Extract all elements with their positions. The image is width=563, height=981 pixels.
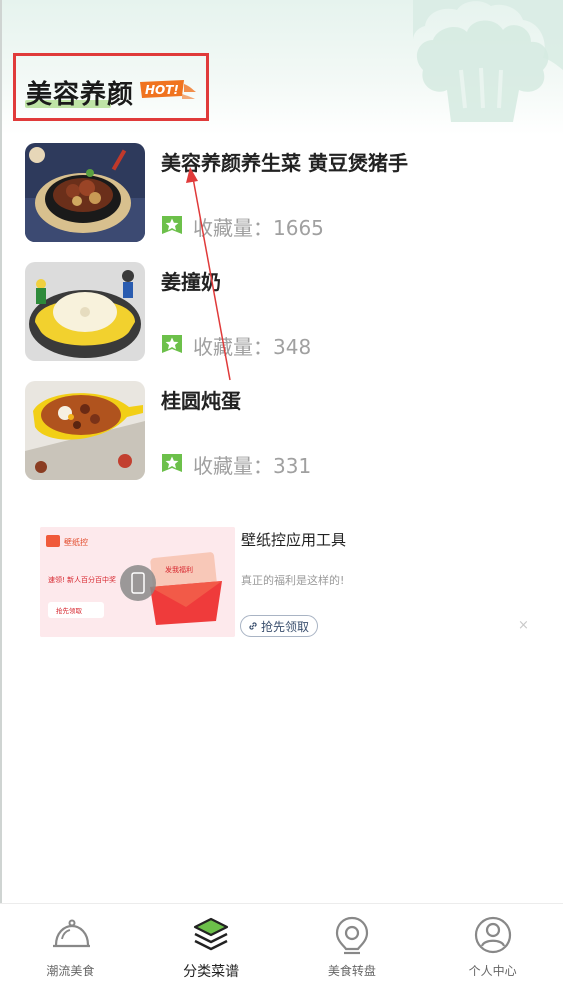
person-icon: [474, 916, 511, 954]
ad-description: 真正的福利是这样的!: [241, 574, 345, 587]
favorites-count: 收藏量：348: [193, 334, 312, 359]
recipe-item[interactable]: 美容养颜养生菜 黄豆煲猪手 收藏量：1665: [0, 143, 563, 262]
svg-text:发我福利: 发我福利: [165, 565, 193, 574]
map-pin-icon: [335, 916, 368, 955]
star-icon: [162, 454, 182, 472]
favorites-row: 收藏量：1665: [161, 214, 324, 240]
recipe-thumbnail[interactable]: [25, 143, 145, 242]
recipe-item[interactable]: 姜撞奶 收藏量：348: [0, 262, 563, 381]
tab-food-wheel[interactable]: 美食转盘: [282, 904, 423, 979]
ad-title[interactable]: 壁纸控应用工具: [241, 529, 346, 550]
star-icon: [162, 216, 182, 234]
favorites-row: 收藏量：331: [161, 452, 312, 478]
bottom-tab-bar: 潮流美食 分类菜谱 美食转盘 个人中心: [0, 903, 563, 980]
favorites-count: 收藏量：331: [193, 453, 312, 478]
tab-label: 美食转盘: [327, 964, 376, 978]
recipe-name[interactable]: 桂圆炖蛋: [161, 385, 241, 414]
recipe-thumbnail[interactable]: [25, 381, 145, 480]
tab-trending-food[interactable]: 潮流美食: [0, 904, 141, 979]
star-icon: [162, 335, 182, 353]
tab-label: 分类菜谱: [183, 964, 240, 980]
svg-text:抢先领取: 抢先领取: [56, 606, 83, 615]
link-icon: [249, 622, 257, 630]
chef-hat-decoration: [413, 0, 563, 122]
ad-image[interactable]: 壁纸控 速领! 新人百分百中奖 抢先领取 发我福利: [40, 527, 235, 637]
recipe-item[interactable]: 桂圆炖蛋 收藏量：331: [0, 381, 563, 500]
svg-text:速领! 新人百分百中奖: 速领! 新人百分百中奖: [48, 575, 116, 584]
ad-cta-label: 抢先领取: [261, 619, 310, 634]
highlight-box: [13, 53, 209, 121]
recipe-thumbnail[interactable]: [25, 262, 145, 361]
tab-label: 潮流美食: [46, 964, 95, 978]
tab-recipe-categories[interactable]: 分类菜谱: [141, 904, 282, 980]
cloche-icon: [53, 919, 91, 948]
ad-cta-button[interactable]: 抢先领取: [240, 615, 319, 637]
recipe-name[interactable]: 姜撞奶: [161, 266, 221, 295]
svg-text:壁纸控: 壁纸控: [64, 537, 88, 547]
recipe-name[interactable]: 美容养颜养生菜 黄豆煲猪手: [161, 147, 408, 176]
tab-profile[interactable]: 个人中心: [422, 904, 563, 979]
recipe-list: 美容养颜养生菜 黄豆煲猪手 收藏量：1665 姜撞奶 收藏量：348 桂圆炖蛋 …: [0, 143, 563, 500]
tab-label: 个人中心: [468, 964, 517, 978]
favorites-count: 收藏量：1665: [193, 215, 324, 240]
ad-card[interactable]: 壁纸控 速领! 新人百分百中奖 抢先领取 发我福利 壁纸控应用工具 真正的福利是…: [40, 527, 530, 639]
layers-icon: [194, 917, 229, 951]
close-icon[interactable]: ×: [518, 618, 529, 633]
favorites-row: 收藏量：348: [161, 333, 312, 359]
